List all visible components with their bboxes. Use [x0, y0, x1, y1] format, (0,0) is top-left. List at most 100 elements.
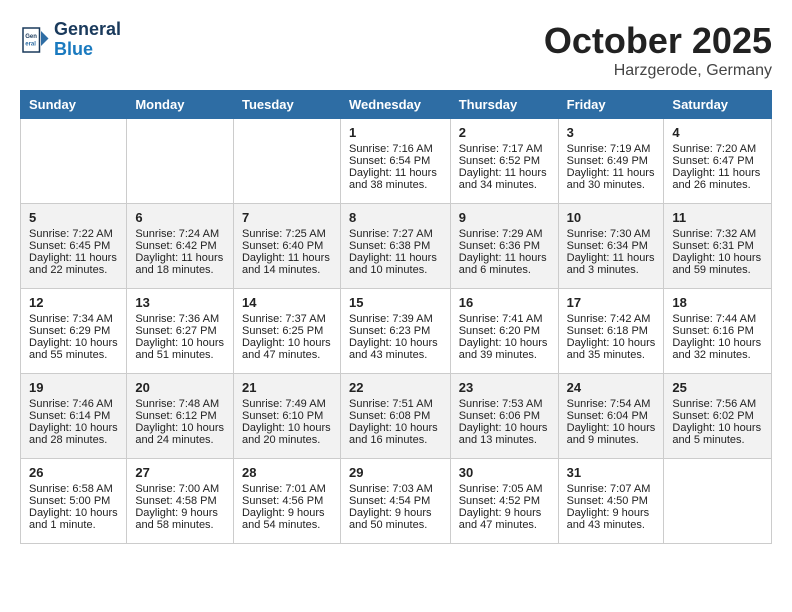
day-info: Sunset: 6:31 PM [672, 240, 763, 252]
day-info: Daylight: 10 hours [672, 252, 763, 264]
day-info: Daylight: 11 hours [459, 167, 550, 179]
day-info: and 10 minutes. [349, 264, 442, 276]
day-info: and 30 minutes. [567, 179, 656, 191]
day-info: Sunset: 6:42 PM [135, 240, 225, 252]
day-number: 19 [29, 380, 118, 395]
day-info: Sunset: 6:49 PM [567, 155, 656, 167]
day-info: Daylight: 9 hours [349, 507, 442, 519]
day-info: Sunrise: 7:05 AM [459, 483, 550, 495]
calendar-cell: 5Sunrise: 7:22 AMSunset: 6:45 PMDaylight… [21, 204, 127, 289]
day-number: 3 [567, 125, 656, 140]
day-number: 21 [242, 380, 332, 395]
day-info: Daylight: 11 hours [567, 252, 656, 264]
day-number: 15 [349, 295, 442, 310]
day-info: and 39 minutes. [459, 349, 550, 361]
weekday-header-sunday: Sunday [21, 91, 127, 119]
day-info: Daylight: 10 hours [459, 422, 550, 434]
calendar-cell: 12 Sunrise: 7:34 AMSunset: 6:29 PMDayligh… [21, 289, 127, 374]
calendar-cell: 11Sunrise: 7:32 AMSunset: 6:31 PMDayligh… [664, 204, 772, 289]
day-info: Sunrise: 7:49 AM [242, 398, 332, 410]
day-info: Sunset: 6:36 PM [459, 240, 550, 252]
day-info: and 55 minutes. [29, 349, 118, 361]
day-info: Daylight: 10 hours [672, 337, 763, 349]
day-info: Sunrise: 7:20 AM [672, 143, 763, 155]
day-number: 26 [29, 465, 118, 480]
day-info: Sunrise: 7:36 AM [135, 313, 225, 325]
weekday-header-monday: Monday [127, 91, 234, 119]
day-info: and 28 minutes. [29, 434, 118, 446]
calendar-week-row: 5Sunrise: 7:22 AMSunset: 6:45 PMDaylight… [21, 204, 772, 289]
day-number: 25 [672, 380, 763, 395]
day-info: Daylight: 11 hours [349, 252, 442, 264]
calendar-cell: 2Sunrise: 7:17 AMSunset: 6:52 PMDaylight… [450, 119, 558, 204]
day-info: Sunrise: 7:34 AM [29, 313, 118, 325]
day-number: 11 [672, 210, 763, 225]
day-info: Sunset: 6:04 PM [567, 410, 656, 422]
day-info: Sunset: 6:54 PM [349, 155, 442, 167]
day-info: Daylight: 11 hours [135, 252, 225, 264]
day-info: Sunset: 6:47 PM [672, 155, 763, 167]
day-info: Sunset: 6:29 PM [29, 325, 118, 337]
logo-line1: General [54, 20, 121, 40]
weekday-header-saturday: Saturday [664, 91, 772, 119]
month-title: October 2025 [544, 20, 772, 62]
day-info: Sunset: 6:12 PM [135, 410, 225, 422]
calendar-cell: 3Sunrise: 7:19 AMSunset: 6:49 PMDaylight… [558, 119, 664, 204]
day-info: Sunset: 6:34 PM [567, 240, 656, 252]
day-number: 24 [567, 380, 656, 395]
day-info: Daylight: 10 hours [29, 337, 118, 349]
day-info: Daylight: 10 hours [135, 337, 225, 349]
day-number: 10 [567, 210, 656, 225]
day-info: and 59 minutes. [672, 264, 763, 276]
calendar-cell: 10 Sunrise: 7:30 AMSunset: 6:34 PMDayligh… [558, 204, 664, 289]
day-info: Daylight: 10 hours [242, 422, 332, 434]
day-info: Daylight: 11 hours [29, 252, 118, 264]
day-info: and 47 minutes. [459, 519, 550, 531]
day-info: Daylight: 11 hours [349, 167, 442, 179]
page-header: Gen eral General Blue October 2025 Harzg… [20, 20, 772, 80]
day-info: Sunrise: 7:22 AM [29, 228, 118, 240]
day-number: 12 [29, 295, 118, 310]
day-info: and 58 minutes. [135, 519, 225, 531]
day-info: Sunrise: 7:30 AM [567, 228, 656, 240]
day-info: Sunset: 6:08 PM [349, 410, 442, 422]
day-number: 4 [672, 125, 763, 140]
calendar-header-row: SundayMondayTuesdayWednesdayThursdayFrid… [21, 91, 772, 119]
day-info: Daylight: 11 hours [242, 252, 332, 264]
day-info: and 9 minutes. [567, 434, 656, 446]
day-info: Sunset: 4:52 PM [459, 495, 550, 507]
day-info: Sunrise: 7:51 AM [349, 398, 442, 410]
day-info: Sunset: 6:02 PM [672, 410, 763, 422]
calendar-cell: 6Sunrise: 7:24 AMSunset: 6:42 PMDaylight… [127, 204, 234, 289]
weekday-header-thursday: Thursday [450, 91, 558, 119]
calendar-cell: 8Sunrise: 7:27 AMSunset: 6:38 PMDaylight… [340, 204, 450, 289]
day-info: Daylight: 10 hours [349, 337, 442, 349]
day-info: Sunrise: 7:19 AM [567, 143, 656, 155]
day-info: Sunrise: 7:07 AM [567, 483, 656, 495]
calendar-cell: 29Sunrise: 7:03 AMSunset: 4:54 PMDayligh… [340, 459, 450, 544]
day-number: 18 [672, 295, 763, 310]
day-number: 20 [135, 380, 225, 395]
day-info: Sunset: 6:18 PM [567, 325, 656, 337]
calendar-cell: 30Sunrise: 7:05 AMSunset: 4:52 PMDayligh… [450, 459, 558, 544]
logo: Gen eral General Blue [20, 20, 121, 60]
day-info: Sunset: 5:00 PM [29, 495, 118, 507]
calendar-table: SundayMondayTuesdayWednesdayThursdayFrid… [20, 90, 772, 544]
day-info: Daylight: 10 hours [135, 422, 225, 434]
day-info: Sunrise: 7:25 AM [242, 228, 332, 240]
day-info: and 32 minutes. [672, 349, 763, 361]
day-info: Sunset: 6:52 PM [459, 155, 550, 167]
day-info: Sunset: 4:54 PM [349, 495, 442, 507]
calendar-cell: 15Sunrise: 7:39 AMSunset: 6:23 PMDayligh… [340, 289, 450, 374]
day-info: and 54 minutes. [242, 519, 332, 531]
calendar-cell: 13Sunrise: 7:36 AMSunset: 6:27 PMDayligh… [127, 289, 234, 374]
day-info: and 43 minutes. [567, 519, 656, 531]
day-info: Sunrise: 7:29 AM [459, 228, 550, 240]
weekday-header-tuesday: Tuesday [233, 91, 340, 119]
day-info: and 14 minutes. [242, 264, 332, 276]
day-info: Daylight: 10 hours [242, 337, 332, 349]
day-info: Daylight: 11 hours [459, 252, 550, 264]
calendar-cell: 23Sunrise: 7:53 AMSunset: 6:06 PMDayligh… [450, 374, 558, 459]
day-number: 22 [349, 380, 442, 395]
day-info: Daylight: 10 hours [672, 422, 763, 434]
